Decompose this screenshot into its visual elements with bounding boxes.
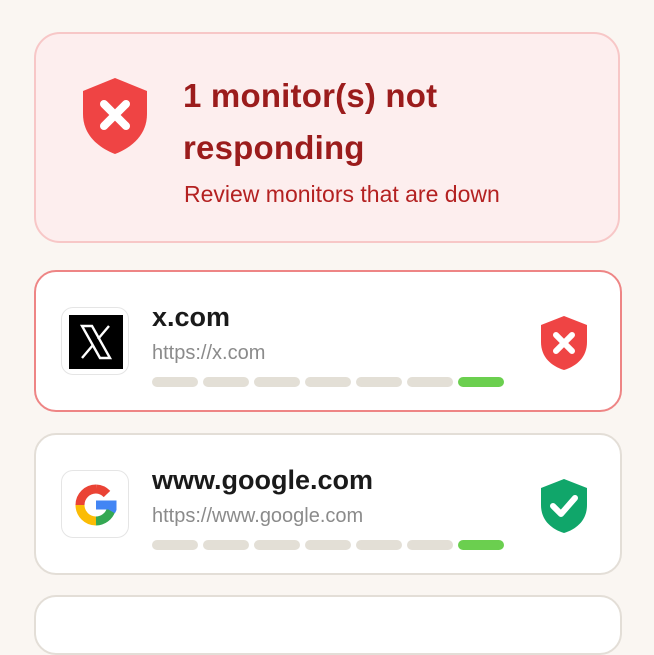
history-bar	[203, 540, 249, 550]
shield-check-icon	[541, 479, 587, 533]
history-bar	[152, 540, 198, 550]
history-bar	[458, 540, 504, 550]
google-logo-icon	[61, 470, 129, 538]
uptime-history	[152, 540, 504, 550]
history-bar	[152, 377, 198, 387]
history-bar	[254, 377, 300, 387]
monitor-url: https://www.google.com	[152, 505, 364, 527]
history-bar	[356, 377, 402, 387]
x-logo-icon	[61, 307, 129, 375]
history-bar	[305, 377, 351, 387]
history-bar	[407, 377, 453, 387]
monitor-card-partial[interactable]	[34, 595, 622, 655]
history-bar	[356, 540, 402, 550]
history-bar	[407, 540, 453, 550]
history-bar	[458, 377, 504, 387]
history-bar	[254, 540, 300, 550]
shield-x-icon	[541, 316, 587, 370]
monitor-card-x[interactable]: x.com https://x.com	[34, 270, 622, 412]
shield-x-icon	[83, 78, 147, 154]
alert-title: 1 monitor(s) not responding	[183, 77, 438, 166]
uptime-history	[152, 377, 504, 387]
monitor-name: x.com	[152, 302, 231, 332]
history-bar	[305, 540, 351, 550]
monitor-card-google[interactable]: www.google.com https://www.google.com	[34, 433, 622, 575]
monitor-name: www.google.com	[152, 465, 374, 495]
history-bar	[203, 377, 249, 387]
alert-subtitle: Review monitors that are down	[184, 181, 500, 207]
alert-banner: 1 monitor(s) not responding Review monit…	[34, 32, 620, 243]
monitor-url: https://x.com	[152, 342, 266, 364]
